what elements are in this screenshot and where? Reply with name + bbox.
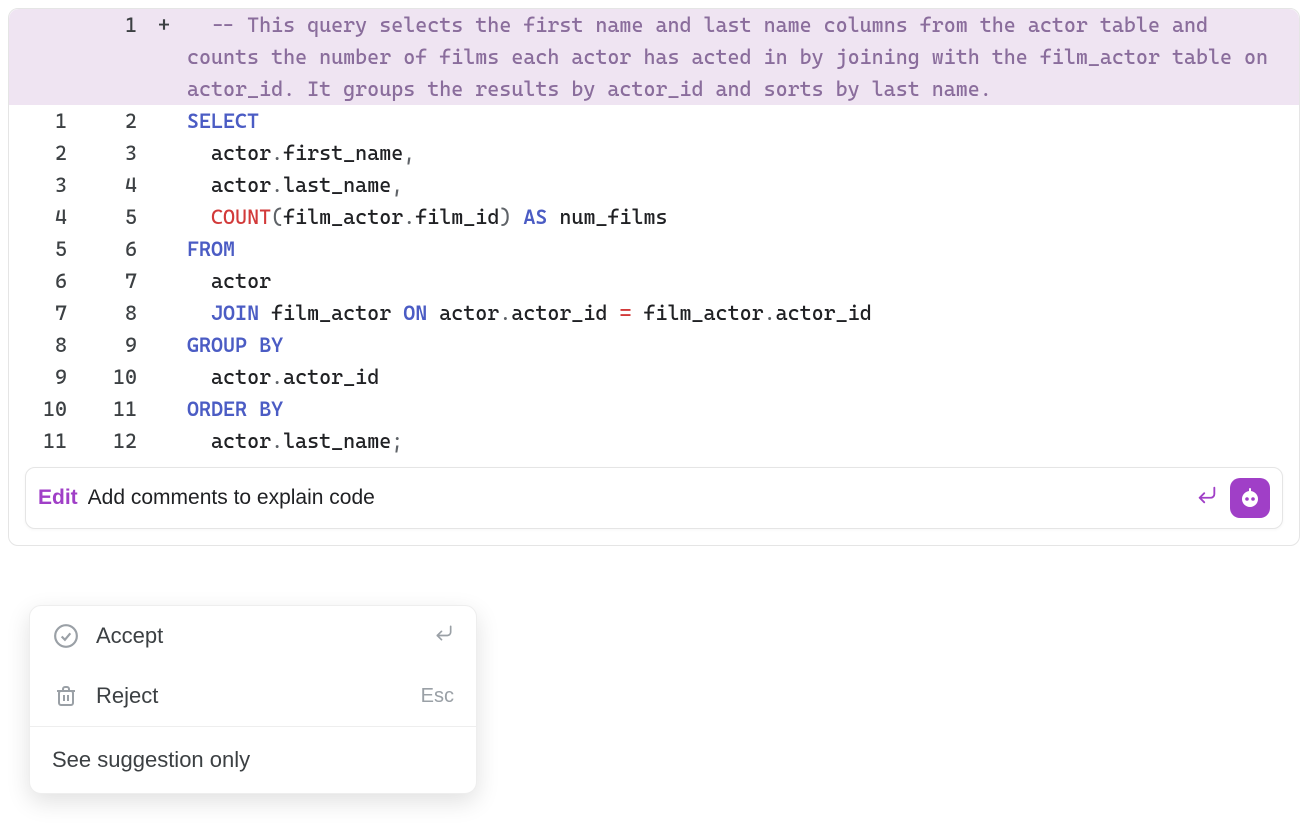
line-number-old: 11 — [9, 425, 79, 457]
diff-marker — [149, 265, 179, 297]
edit-bar-actions — [1196, 478, 1270, 518]
diff-marker — [149, 105, 179, 137]
code-content: actor.last_name; — [187, 425, 1299, 457]
gutter: 34 — [9, 169, 187, 201]
code-content: -- This query selects the first name and… — [187, 9, 1299, 105]
code-line[interactable]: 1112 actor.last_name; — [9, 425, 1299, 457]
code-content: actor — [187, 265, 1299, 297]
code-content: JOIN film_actor ON actor.actor_id = film… — [187, 297, 1299, 329]
line-number-old: 5 — [9, 233, 79, 265]
code-line[interactable]: 1+ -- This query selects the first name … — [9, 9, 1299, 105]
see-suggestion-only-menu-item[interactable]: See suggestion only — [30, 727, 476, 793]
code-line[interactable]: 56FROM — [9, 233, 1299, 265]
diff-marker — [149, 361, 179, 393]
diff-marker — [149, 201, 179, 233]
code-line[interactable]: 23 actor.first_name, — [9, 137, 1299, 169]
line-number-old: 9 — [9, 361, 79, 393]
ai-assistant-button[interactable] — [1230, 478, 1270, 518]
reject-menu-item[interactable]: Reject Esc — [30, 666, 476, 726]
line-number-new: 3 — [79, 137, 149, 169]
diff-marker — [149, 329, 179, 361]
code-line[interactable]: 12SELECT — [9, 105, 1299, 137]
code-content: FROM — [187, 233, 1299, 265]
see-suggestion-label: See suggestion only — [52, 747, 454, 773]
reject-label: Reject — [96, 683, 421, 709]
diff-marker — [149, 297, 179, 329]
line-number-new: 11 — [79, 393, 149, 425]
line-number-new: 7 — [79, 265, 149, 297]
code-line[interactable]: 34 actor.last_name, — [9, 169, 1299, 201]
code-line[interactable]: 67 actor — [9, 265, 1299, 297]
line-number-old: 7 — [9, 297, 79, 329]
line-number-new: 10 — [79, 361, 149, 393]
accept-menu-item[interactable]: Accept — [30, 606, 476, 666]
diff-marker — [149, 393, 179, 425]
line-number-new: 9 — [79, 329, 149, 361]
enter-icon[interactable] — [1196, 484, 1218, 512]
line-number-old — [9, 9, 79, 41]
line-number-new: 8 — [79, 297, 149, 329]
line-number-old: 4 — [9, 201, 79, 233]
code-content: COUNT(film_actor.film_id) AS num_films — [187, 201, 1299, 233]
line-number-old: 6 — [9, 265, 79, 297]
diff-marker — [149, 137, 179, 169]
code-content: actor.last_name, — [187, 169, 1299, 201]
code-content: actor.first_name, — [187, 137, 1299, 169]
accept-label: Accept — [96, 623, 434, 649]
line-number-new: 12 — [79, 425, 149, 457]
code-content: GROUP BY — [187, 329, 1299, 361]
code-content: actor.actor_id — [187, 361, 1299, 393]
line-number-old: 1 — [9, 105, 79, 137]
line-number-new: 1 — [79, 9, 149, 41]
line-number-new: 4 — [79, 169, 149, 201]
line-number-new: 2 — [79, 105, 149, 137]
gutter: 1112 — [9, 425, 187, 457]
accept-shortcut — [434, 623, 454, 649]
suggestion-action-menu: Accept Reject Esc See suggestion only — [29, 605, 477, 794]
trash-icon — [52, 682, 80, 710]
gutter: 910 — [9, 361, 187, 393]
edit-bar: Edit — [25, 467, 1283, 529]
gutter: 45 — [9, 201, 187, 233]
gutter: 89 — [9, 329, 187, 361]
line-number-old: 8 — [9, 329, 79, 361]
line-number-new: 6 — [79, 233, 149, 265]
gutter: 56 — [9, 233, 187, 265]
diff-editor: 1+ -- This query selects the first name … — [8, 8, 1300, 546]
code-line[interactable]: 910 actor.actor_id — [9, 361, 1299, 393]
code-line[interactable]: 78 JOIN film_actor ON actor.actor_id = f… — [9, 297, 1299, 329]
diff-marker: + — [149, 9, 179, 41]
gutter: 12 — [9, 105, 187, 137]
diff-marker — [149, 169, 179, 201]
gutter: 23 — [9, 137, 187, 169]
code-area[interactable]: 1+ -- This query selects the first name … — [9, 9, 1299, 457]
edit-input[interactable] — [88, 486, 1196, 510]
edit-label: Edit — [38, 486, 78, 510]
line-number-new: 5 — [79, 201, 149, 233]
code-line[interactable]: 89GROUP BY — [9, 329, 1299, 361]
gutter: 67 — [9, 265, 187, 297]
code-line[interactable]: 45 COUNT(film_actor.film_id) AS num_film… — [9, 201, 1299, 233]
diff-marker — [149, 425, 179, 457]
line-number-old: 3 — [9, 169, 79, 201]
code-content: SELECT — [187, 105, 1299, 137]
line-number-old: 2 — [9, 137, 79, 169]
reject-shortcut: Esc — [421, 685, 454, 708]
gutter: 78 — [9, 297, 187, 329]
check-circle-icon — [52, 622, 80, 650]
code-content: ORDER BY — [187, 393, 1299, 425]
gutter: 1+ — [9, 9, 187, 41]
diff-marker — [149, 233, 179, 265]
code-line[interactable]: 1011ORDER BY — [9, 393, 1299, 425]
line-number-old: 10 — [9, 393, 79, 425]
gutter: 1011 — [9, 393, 187, 425]
